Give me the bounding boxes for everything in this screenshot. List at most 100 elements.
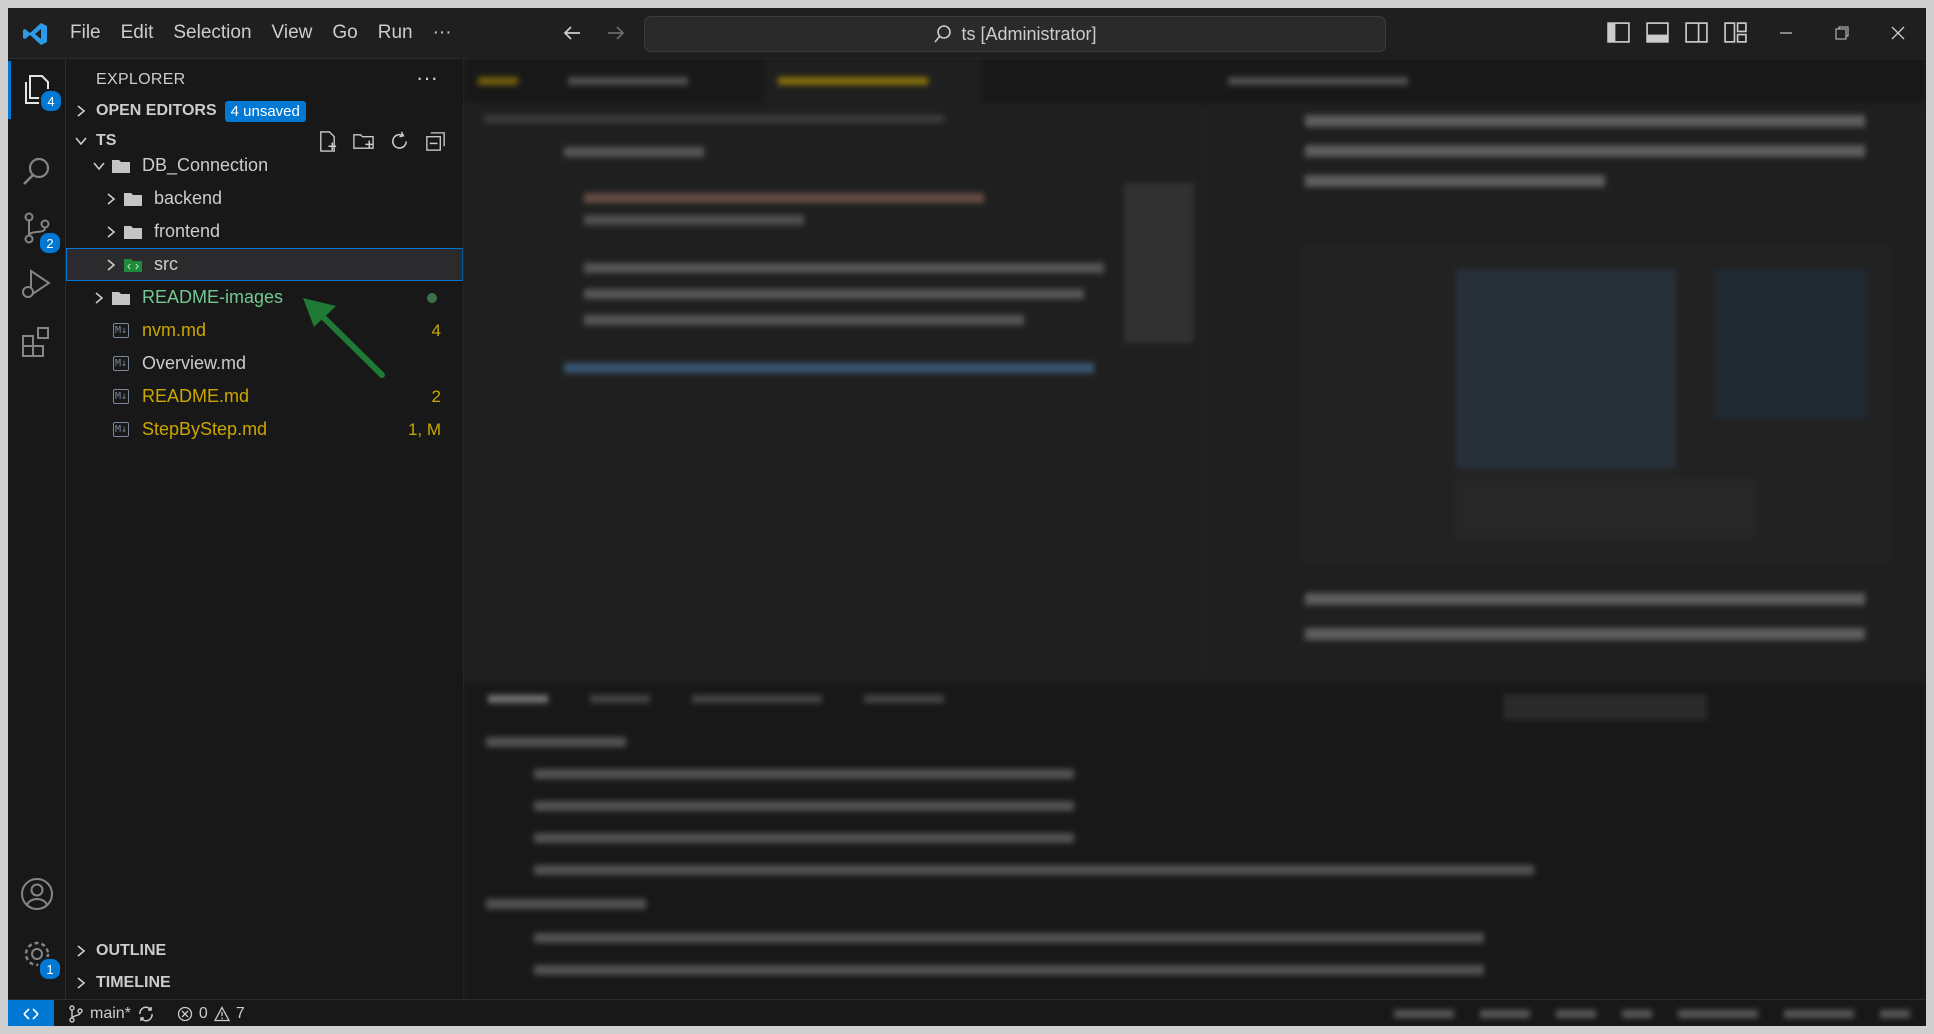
vscode-logo-icon	[23, 23, 47, 45]
branch-name: main*	[90, 1004, 131, 1022]
tree-item-src[interactable]: src	[66, 248, 463, 281]
error-icon	[177, 1006, 193, 1021]
sync-icon[interactable]	[137, 1005, 155, 1023]
remote-icon	[23, 1007, 39, 1020]
preview-image	[1305, 248, 1887, 560]
folder-icon	[110, 288, 132, 308]
folder-icon	[122, 222, 144, 242]
toggle-primary-sidebar-icon[interactable]	[1606, 20, 1631, 45]
chevron-right-icon	[107, 258, 116, 271]
src-folder-icon	[122, 255, 144, 275]
open-editors-section[interactable]: OPEN EDITORS 4 unsaved	[66, 97, 463, 125]
remote-indicator[interactable]	[8, 1000, 54, 1026]
activity-accounts[interactable]	[8, 865, 65, 923]
outline-section[interactable]: OUTLINE	[66, 937, 463, 965]
tree-item-label: README-images	[142, 287, 284, 307]
menu-go[interactable]: Go	[322, 22, 367, 44]
problem-count: 2	[431, 386, 441, 406]
tree-item-label: DB_Connection	[142, 155, 269, 175]
explorer-badge: 4	[39, 89, 63, 113]
menu-run[interactable]: Run	[368, 22, 423, 44]
markdown-icon: M↓	[112, 323, 130, 338]
explorer-more-actions[interactable]: ···	[416, 65, 438, 91]
tree-item-readme-md[interactable]: M↓ README.md 2	[66, 380, 463, 413]
menu-selection[interactable]: Selection	[163, 22, 261, 44]
extensions-icon	[21, 327, 49, 357]
vscode-window: File Edit Selection View Go Run ··· ts […	[8, 8, 1926, 1026]
activity-search[interactable]	[8, 143, 65, 201]
status-bar: main* 0 7	[8, 999, 1926, 1026]
modified-dot	[427, 292, 437, 303]
warning-count: 7	[235, 1004, 245, 1022]
customize-layout-icon[interactable]	[1723, 20, 1748, 45]
window-controls	[1758, 8, 1926, 58]
toggle-secondary-sidebar-icon[interactable]	[1684, 20, 1709, 45]
command-center-search[interactable]: ts [Administrator]	[644, 16, 1386, 52]
activity-extensions[interactable]	[8, 313, 65, 371]
tree-item-label: nvm.md	[142, 320, 207, 340]
error-count: 0	[198, 1004, 208, 1022]
back-arrow-icon[interactable]	[560, 21, 584, 45]
minimize-icon	[1780, 32, 1792, 34]
chevron-right-icon	[95, 291, 104, 304]
chevron-right-icon	[107, 192, 116, 205]
branch-indicator[interactable]: main*	[68, 1005, 155, 1023]
menu-more[interactable]: ···	[423, 22, 462, 44]
activity-source-control[interactable]: 2	[8, 199, 65, 257]
tree-item-label: StepByStep.md	[142, 419, 268, 439]
explorer-title: EXPLORER	[96, 71, 186, 88]
warning-icon	[213, 1005, 230, 1021]
problems-panel-blurred	[464, 680, 1926, 1000]
problem-count: 4	[431, 320, 441, 340]
close-button[interactable]	[1870, 8, 1926, 58]
minimize-button[interactable]	[1758, 8, 1814, 58]
code-editor[interactable]	[464, 103, 1202, 679]
activity-explorer[interactable]: 4	[8, 61, 65, 119]
folder-icon	[122, 189, 144, 209]
explorer-sidebar: EXPLORER ··· OPEN EDITORS 4 unsaved TS D…	[66, 59, 464, 999]
problem-count: 1, M	[407, 419, 441, 439]
title-bar: File Edit Selection View Go Run ··· ts […	[8, 8, 1926, 59]
tree-item-overview-md[interactable]: M↓ Overview.md	[66, 347, 463, 380]
activity-bar: 4 2 1	[8, 59, 66, 999]
editor-tab[interactable]	[554, 59, 732, 103]
toggle-panel-icon[interactable]	[1645, 20, 1670, 45]
chevron-right-icon	[77, 945, 86, 957]
forward-arrow-icon[interactable]	[604, 21, 628, 45]
folder-icon	[110, 156, 132, 176]
editor-tab[interactable]	[1214, 59, 1442, 103]
timeline-section[interactable]: TIMELINE	[66, 969, 463, 997]
tree-item-backend[interactable]: backend	[66, 182, 463, 215]
run-debug-icon	[21, 269, 51, 298]
menu-bar: File Edit Selection View Go Run ···	[60, 8, 462, 58]
search-text: ts [Administrator]	[961, 23, 1097, 44]
menu-file[interactable]: File	[60, 22, 111, 44]
open-editors-label: OPEN EDITORS	[96, 102, 217, 119]
problems-indicator[interactable]: 0 7	[177, 1005, 245, 1023]
markdown-preview[interactable]	[1204, 103, 1926, 679]
chevron-down-icon	[93, 161, 105, 170]
search-icon	[22, 157, 49, 185]
tree-item-label: frontend	[154, 221, 221, 241]
activity-manage[interactable]: 1	[8, 925, 65, 983]
tree-item-frontend[interactable]: frontend	[66, 215, 463, 248]
close-icon	[1891, 26, 1905, 40]
markdown-icon: M↓	[112, 389, 130, 404]
editor-tab[interactable]	[764, 59, 982, 103]
tree-item-stepbystep-md[interactable]: M↓ StepByStep.md 1, M	[66, 413, 463, 446]
chevron-down-icon	[75, 137, 87, 146]
tree-item-db-connection[interactable]: DB_Connection	[66, 149, 463, 182]
chevron-right-icon	[77, 105, 86, 117]
markdown-icon: M↓	[112, 422, 130, 437]
tree-item-readme-images[interactable]: README-images	[66, 281, 463, 314]
menu-edit[interactable]: Edit	[111, 22, 164, 44]
activity-run-debug[interactable]	[8, 255, 65, 313]
status-right-blurred	[1394, 1000, 1910, 1026]
editor-tab-bar	[464, 59, 1926, 103]
tree-item-nvm-md[interactable]: M↓ nvm.md 4	[66, 314, 463, 347]
navigation-arrows	[560, 21, 628, 45]
tree-item-label: backend	[154, 188, 223, 208]
settings-badge: 1	[38, 957, 62, 981]
restore-button[interactable]	[1814, 8, 1870, 58]
menu-view[interactable]: View	[262, 22, 323, 44]
